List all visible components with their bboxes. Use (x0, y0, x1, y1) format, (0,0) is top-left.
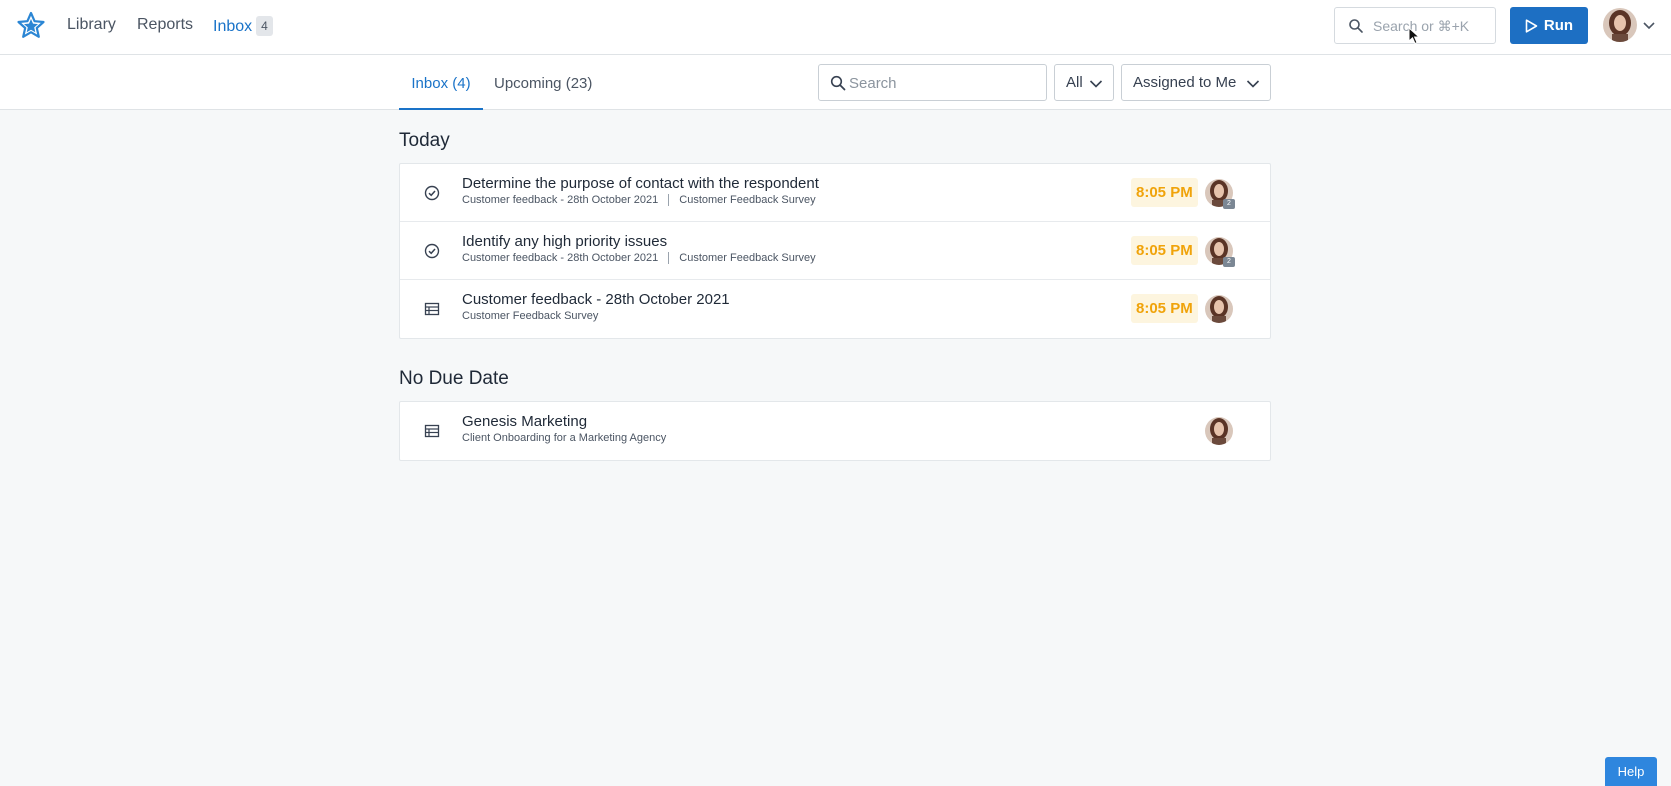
task-template-name: Customer Feedback Survey (462, 310, 599, 322)
chevron-down-icon (1089, 80, 1103, 88)
nav-reports-link[interactable]: Reports (137, 16, 193, 34)
task-title: Determine the purpose of contact with th… (462, 175, 819, 192)
check-circle-icon (424, 185, 440, 201)
task-run-name: Customer feedback - 28th October 2021 (462, 194, 659, 206)
assignee-avatar (1205, 417, 1233, 445)
check-circle-icon (424, 243, 440, 259)
task-row[interactable]: Customer feedback - 28th October 2021 Cu… (400, 280, 1270, 338)
assignee-count-badge: 2 (1223, 257, 1235, 267)
task-row[interactable]: Identify any high priority issues Custom… (400, 222, 1270, 280)
task-row[interactable]: Determine the purpose of contact with th… (400, 164, 1270, 222)
tab-inbox[interactable]: Inbox (4) (399, 55, 483, 110)
type-filter-dropdown[interactable]: All (1054, 64, 1114, 101)
task-template-name: Customer Feedback Survey (679, 194, 816, 206)
section-title-today: Today (399, 130, 450, 151)
table-icon (424, 302, 440, 316)
today-task-list: Determine the purpose of contact with th… (399, 163, 1271, 339)
task-template-name: Customer Feedback Survey (679, 252, 816, 264)
task-title: Genesis Marketing (462, 413, 588, 430)
nav-inbox-label: Inbox (213, 18, 253, 35)
inbox-count-badge: 4 (256, 16, 273, 36)
section-title-no-due-date: No Due Date (399, 368, 509, 389)
table-icon (424, 424, 440, 438)
task-meta: Customer Feedback Survey (462, 310, 598, 322)
global-search-input[interactable] (1373, 16, 1491, 36)
meta-divider (668, 194, 670, 206)
run-label: Run (1543, 17, 1574, 34)
play-icon (1525, 18, 1538, 33)
assignee-avatar (1205, 295, 1233, 323)
inbox-toolbar: Inbox (4) Upcoming (23) All Assigned to … (0, 55, 1671, 110)
task-meta: Customer feedback - 28th October 2021 Cu… (462, 194, 816, 206)
due-time-badge: 8:05 PM (1131, 236, 1198, 265)
search-icon (1349, 19, 1363, 33)
user-avatar[interactable] (1603, 8, 1637, 42)
no-due-date-task-list: Genesis Marketing Client Onboarding for … (399, 401, 1271, 461)
type-filter-value: All (1066, 74, 1083, 91)
mouse-cursor-icon (1408, 27, 1420, 45)
help-button[interactable]: Help (1605, 757, 1657, 786)
tab-upcoming[interactable]: Upcoming (23) (494, 55, 592, 110)
task-title: Identify any high priority issues (462, 233, 668, 250)
chevron-down-icon[interactable] (1642, 18, 1656, 32)
task-meta: Client Onboarding for a Marketing Agency (462, 432, 666, 444)
chevron-down-icon (1246, 80, 1260, 88)
inbox-search[interactable] (818, 64, 1047, 101)
task-meta: Customer feedback - 28th October 2021 Cu… (462, 252, 816, 264)
meta-divider (668, 252, 670, 264)
task-title: Customer feedback - 28th October 2021 (462, 291, 730, 308)
search-icon (830, 75, 846, 91)
assignee-count-badge: 2 (1223, 199, 1235, 209)
task-run-name: Customer feedback - 28th October 2021 (462, 252, 659, 264)
top-nav: Library Reports Inbox4 Run (0, 0, 1671, 55)
due-time-badge: 8:05 PM (1131, 294, 1198, 323)
task-template-name: Client Onboarding for a Marketing Agency (462, 432, 667, 444)
nav-inbox-link[interactable]: Inbox 4 (213, 16, 273, 36)
avatar-image (1603, 8, 1637, 42)
run-button[interactable]: Run (1510, 7, 1588, 44)
assignee-filter-dropdown[interactable]: Assigned to Me (1121, 64, 1271, 101)
task-row[interactable]: Genesis Marketing Client Onboarding for … (400, 402, 1270, 460)
due-time-badge: 8:05 PM (1131, 178, 1198, 207)
inbox-search-input[interactable] (849, 73, 1039, 93)
nav-library-link[interactable]: Library (67, 16, 116, 34)
star-logo-icon[interactable] (16, 10, 46, 40)
assignee-filter-value: Assigned to Me (1133, 74, 1237, 91)
